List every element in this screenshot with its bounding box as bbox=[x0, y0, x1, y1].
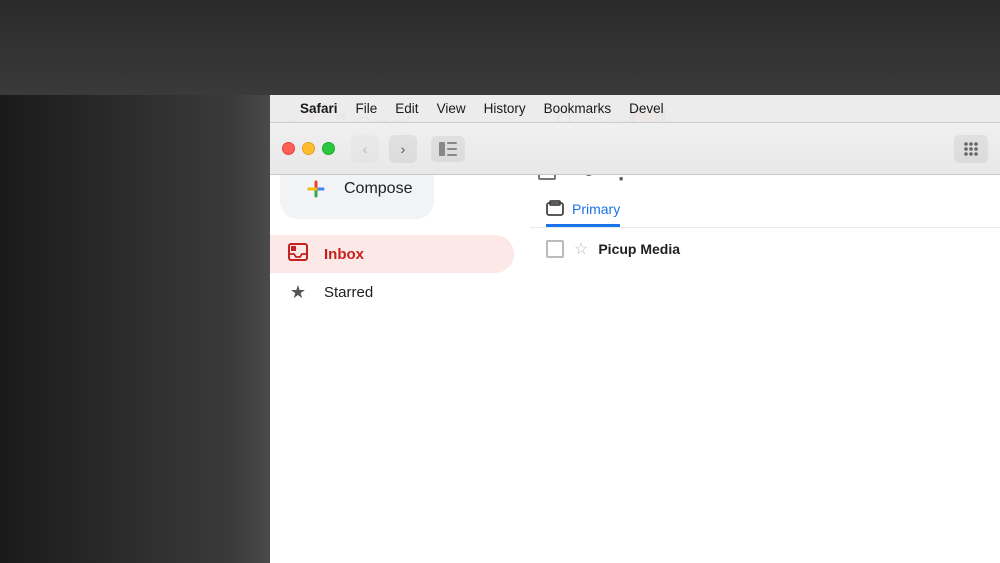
grid-button[interactable] bbox=[954, 135, 988, 163]
minimize-button[interactable] bbox=[302, 142, 315, 155]
browser-toolbar: ‹ › bbox=[270, 123, 1000, 175]
back-button[interactable]: ‹ bbox=[351, 135, 379, 163]
sidebar-icon bbox=[439, 142, 457, 156]
primary-tab-label: Primary bbox=[572, 201, 620, 217]
menu-develop[interactable]: Devel bbox=[629, 101, 664, 116]
traffic-lights bbox=[282, 142, 335, 155]
email-checkbox[interactable] bbox=[546, 240, 564, 258]
email-star-icon[interactable]: ☆ bbox=[574, 239, 588, 259]
menu-history[interactable]: History bbox=[484, 101, 526, 116]
sidebar-toggle-button[interactable] bbox=[431, 136, 465, 162]
compose-plus-icon bbox=[302, 175, 330, 203]
back-icon: ‹ bbox=[363, 141, 368, 157]
forward-icon: › bbox=[401, 141, 406, 157]
primary-tab[interactable]: Primary bbox=[546, 194, 620, 227]
laptop-top-bezel bbox=[0, 0, 1000, 95]
menu-safari[interactable]: Safari bbox=[300, 101, 338, 116]
menu-bookmarks[interactable]: Bookmarks bbox=[544, 101, 612, 116]
inbox-icon bbox=[288, 243, 308, 266]
menu-file[interactable]: File bbox=[356, 101, 378, 116]
menubar: Safari File Edit View History Bookmarks … bbox=[270, 95, 1000, 123]
nav-starred[interactable]: ★ Starred bbox=[270, 273, 514, 311]
email-sender: Picup Media bbox=[598, 241, 680, 257]
inbox-tabs: Primary bbox=[530, 186, 1000, 228]
inbox-svg-icon bbox=[288, 243, 308, 261]
grid-icon bbox=[963, 141, 979, 157]
close-button[interactable] bbox=[282, 142, 295, 155]
inbox-label: Inbox bbox=[324, 246, 364, 263]
compose-label: Compose bbox=[344, 180, 412, 198]
maximize-button[interactable] bbox=[322, 142, 335, 155]
primary-tab-icon bbox=[546, 200, 564, 218]
forward-button[interactable]: › bbox=[389, 135, 417, 163]
starred-label: Starred bbox=[324, 284, 373, 301]
star-icon: ★ bbox=[288, 282, 308, 303]
menu-view[interactable]: View bbox=[437, 101, 466, 116]
menu-edit[interactable]: Edit bbox=[395, 101, 418, 116]
nav-inbox[interactable]: Inbox bbox=[270, 235, 514, 273]
email-row[interactable]: ☆ Picup Media bbox=[530, 228, 1000, 270]
